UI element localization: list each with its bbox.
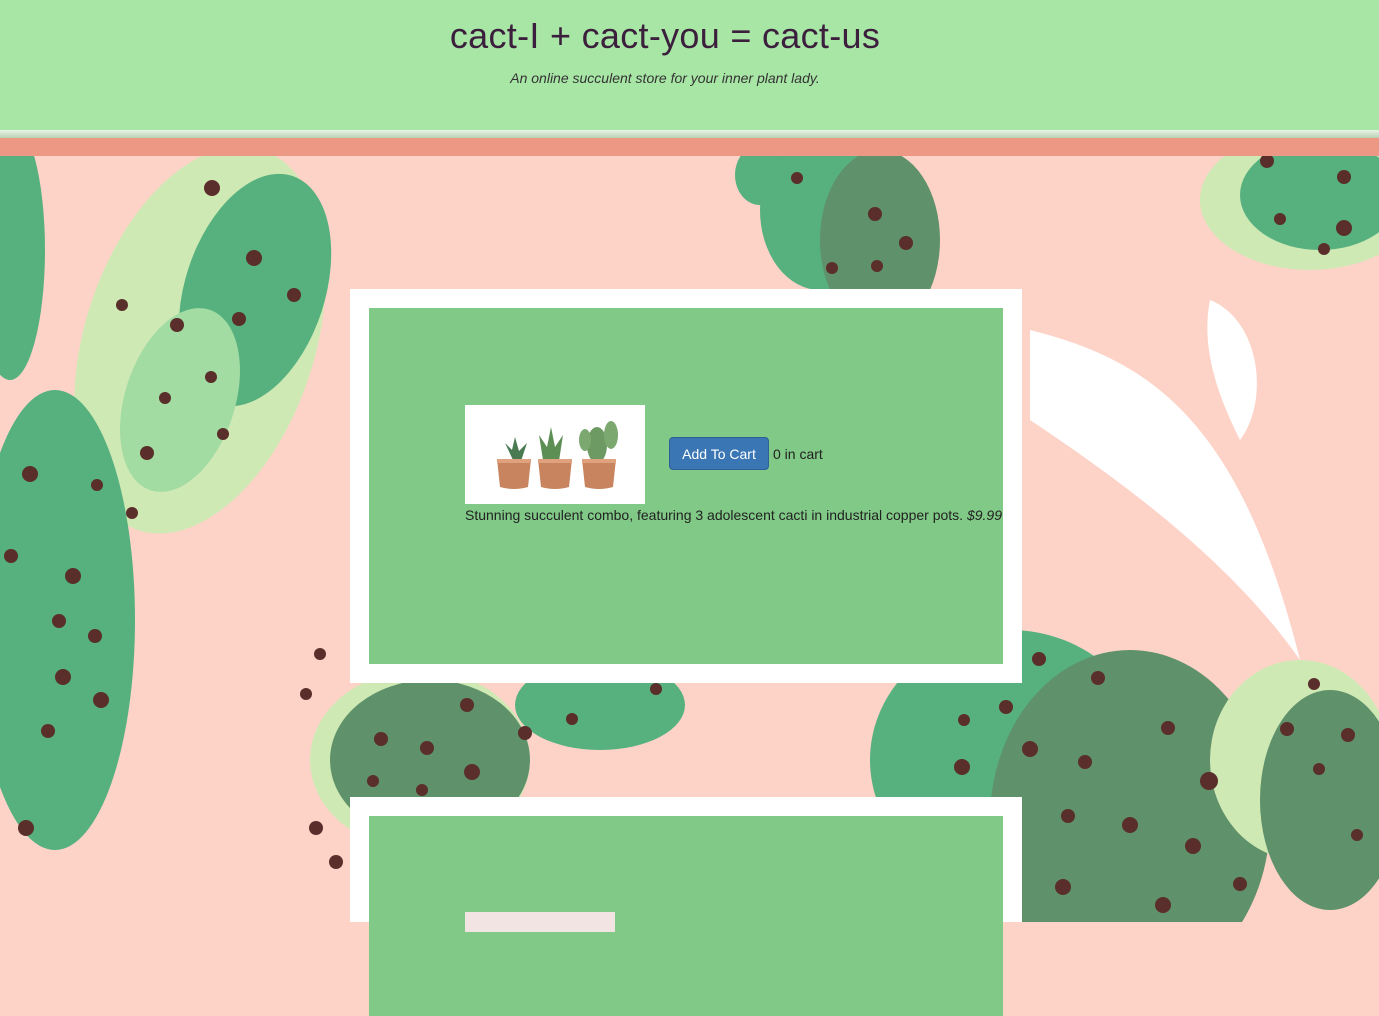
product-card-body: Add To Cart 0 in cart Stunning succulent… xyxy=(369,308,1003,664)
product-price: $9.99 xyxy=(966,507,1003,523)
header-divider xyxy=(0,130,1379,138)
product-image xyxy=(465,405,645,504)
product-description-text: Stunning succulent combo, featuring 3 ad… xyxy=(465,507,964,523)
product-card: Add To Cart 0 in cart Stunning succulent… xyxy=(350,289,1022,683)
product-image xyxy=(465,912,615,932)
product-card xyxy=(350,797,1022,1016)
site-header: cact-I + cact-you = cact-us An online su… xyxy=(0,0,1379,130)
add-to-cart-button[interactable]: Add To Cart xyxy=(669,437,769,470)
product-description: Stunning succulent combo, featuring 3 ad… xyxy=(465,507,1002,523)
site-subtitle: An online succulent store for your inner… xyxy=(510,70,820,86)
site-title: cact-I + cact-you = cact-us xyxy=(449,15,881,56)
product-card-body xyxy=(369,816,1003,1016)
cart-count: 0 in cart xyxy=(773,446,823,462)
header-stripe xyxy=(0,138,1379,156)
